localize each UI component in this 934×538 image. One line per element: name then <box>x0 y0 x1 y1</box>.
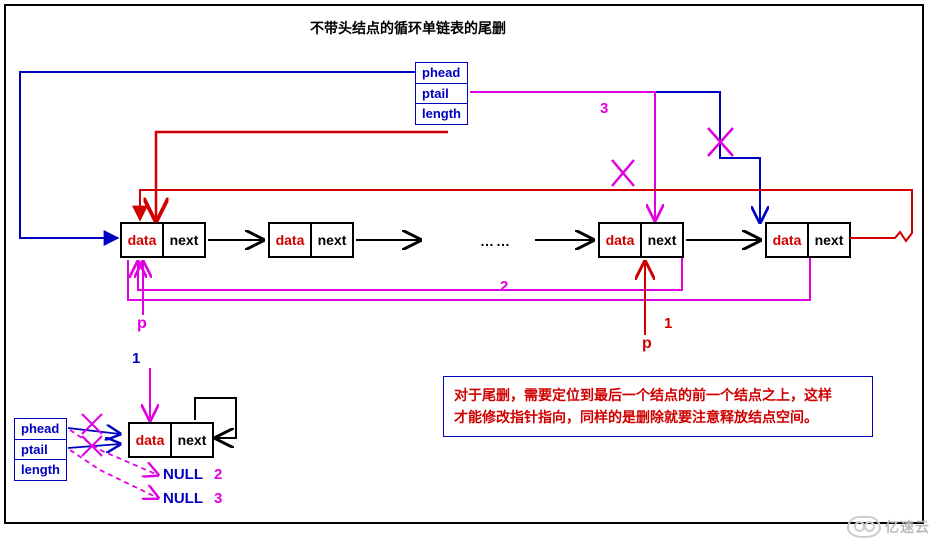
null-3-num: 3 <box>214 490 222 507</box>
struct-main: phead ptail length <box>415 62 468 125</box>
note-box: 对于尾删，需要定位到最后一个结点的前一个结点之上，这样 才能修改指针指向，同样的… <box>443 376 873 437</box>
node-1: data next <box>120 222 206 258</box>
step-3-label: 3 <box>600 100 608 117</box>
node-pen-data: data <box>598 222 642 258</box>
p-label-left: p <box>137 315 147 333</box>
node-single-data: data <box>128 422 172 458</box>
cloud-icon <box>847 516 881 538</box>
struct-main-ptail: ptail <box>415 83 468 105</box>
p-label-right: p <box>642 335 652 353</box>
struct-small-length: length <box>14 459 67 481</box>
node-last-next: next <box>807 222 851 258</box>
node-last: data next <box>765 222 851 258</box>
struct-small-ptail: ptail <box>14 439 67 461</box>
struct-main-phead: phead <box>415 62 468 84</box>
one-left: 1 <box>132 350 140 367</box>
diagram-title: 不带头结点的循环单链表的尾删 <box>310 18 506 38</box>
null-2-label: NULL <box>163 466 203 483</box>
node-single: data next <box>128 422 214 458</box>
node-2-data: data <box>268 222 312 258</box>
watermark-text: 亿速云 <box>885 517 930 537</box>
step-2-label: 2 <box>500 278 508 295</box>
node-1-next: next <box>162 222 206 258</box>
node-1-data: data <box>120 222 164 258</box>
note-line2: 才能修改指针指向，同样的是删除就要注意释放结点空间。 <box>454 409 818 425</box>
node-2-next: next <box>310 222 354 258</box>
note-line1: 对于尾删，需要定位到最后一个结点的前一个结点之上，这样 <box>454 387 832 403</box>
one-right: 1 <box>664 315 672 332</box>
ellipsis: …… <box>480 233 512 249</box>
node-penultimate: data next <box>598 222 684 258</box>
watermark: 亿速云 <box>847 516 930 538</box>
node-single-next: next <box>170 422 214 458</box>
struct-main-length: length <box>415 103 468 125</box>
null-3-label: NULL <box>163 490 203 507</box>
null-2-num: 2 <box>214 466 222 483</box>
node-pen-next: next <box>640 222 684 258</box>
node-last-data: data <box>765 222 809 258</box>
node-2: data next <box>268 222 354 258</box>
struct-small: phead ptail length <box>14 418 67 481</box>
struct-small-phead: phead <box>14 418 67 440</box>
